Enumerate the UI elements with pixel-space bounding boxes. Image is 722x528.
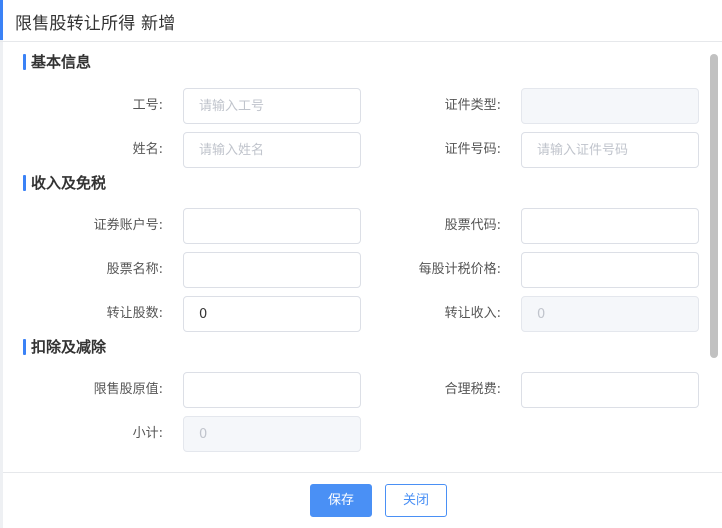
securities-account-input[interactable] bbox=[183, 208, 361, 244]
stock-name-input[interactable] bbox=[183, 252, 361, 288]
reasonable-taxes-input[interactable] bbox=[521, 372, 699, 408]
tax-price-per-share-input[interactable] bbox=[521, 252, 699, 288]
label-reasonable-taxes: 合理税费: bbox=[444, 382, 501, 397]
label-stock-code: 股票代码: bbox=[444, 218, 501, 233]
dialog-title: 限售股转让所得 新增 bbox=[15, 14, 176, 34]
section-title-basic: 基本信息 bbox=[23, 52, 91, 72]
section-title-income: 收入及免税 bbox=[23, 173, 106, 193]
label-subtotal: 小计: bbox=[132, 426, 163, 441]
transfer-income-input[interactable] bbox=[521, 296, 699, 332]
scrollbar-thumb[interactable] bbox=[710, 54, 718, 358]
label-id-number: 证件号码: bbox=[444, 142, 501, 157]
label-stock-name: 股票名称: bbox=[106, 262, 163, 277]
label-original-value: 限售股原值: bbox=[93, 382, 163, 397]
subtotal-input[interactable] bbox=[183, 416, 361, 452]
dialog: 限售股转让所得 新增 基本信息 工号: 证件类型: 姓名: 证件号码: 收入及免… bbox=[0, 0, 722, 528]
label-securities-account: 证券账户号: bbox=[93, 218, 163, 233]
stock-code-input[interactable] bbox=[521, 208, 699, 244]
close-button[interactable]: 关闭 bbox=[385, 484, 447, 517]
id-type-select[interactable] bbox=[521, 88, 699, 124]
section-title-deduction: 扣除及减除 bbox=[23, 337, 106, 357]
vertical-scrollbar[interactable] bbox=[710, 54, 718, 358]
label-name: 姓名: bbox=[132, 142, 163, 157]
name-input[interactable] bbox=[183, 132, 361, 168]
label-shares-transferred: 转让股数: bbox=[106, 306, 163, 321]
label-employee-id: 工号: bbox=[132, 98, 163, 113]
save-button[interactable]: 保存 bbox=[310, 484, 372, 517]
original-value-input[interactable] bbox=[183, 372, 361, 408]
label-id-type: 证件类型: bbox=[444, 98, 501, 113]
employee-id-input[interactable] bbox=[183, 88, 361, 124]
label-tax-price-per-share: 每股计税价格: bbox=[418, 262, 501, 277]
dialog-footer: 保存 关闭 bbox=[3, 472, 722, 528]
shares-transferred-input[interactable] bbox=[183, 296, 361, 332]
dialog-header: 限售股转让所得 新增 bbox=[0, 0, 722, 42]
dialog-body: 基本信息 工号: 证件类型: 姓名: 证件号码: 收入及免税 证券账户号: 股票… bbox=[3, 42, 722, 472]
label-transfer-income: 转让收入: bbox=[444, 306, 501, 321]
id-number-input[interactable] bbox=[521, 132, 699, 168]
